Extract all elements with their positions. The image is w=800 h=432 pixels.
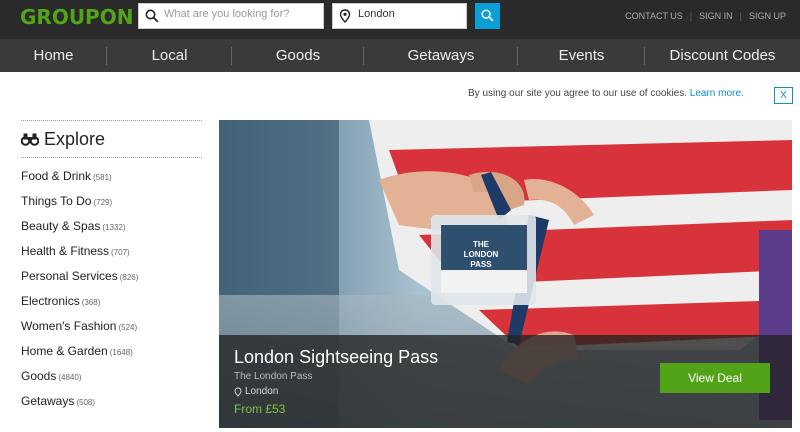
category-womens-fashion[interactable]: Women's Fashion (524) [21,314,202,339]
category-count: (826) [119,273,139,282]
top-bar: GROUPON CONTACT US | SIGN IN | SIGN UP [0,0,800,39]
search-input[interactable] [164,8,314,20]
category-count: (1332) [102,223,126,232]
location-pin-icon [339,9,351,23]
category-goods[interactable]: Goods (4840) [21,364,202,389]
category-label: Food & Drink [21,169,92,183]
category-home-garden[interactable]: Home & Garden (1648) [21,339,202,364]
deal-location: London [234,386,278,397]
category-label: Personal Services [21,269,118,283]
category-count: (581) [93,173,112,182]
contact-us-link[interactable]: CONTACT US [618,11,690,21]
search-icon [145,9,159,23]
pass-card-text-line: LONDON [464,250,499,259]
category-beauty-spas[interactable]: Beauty & Spas (1332) [21,214,202,239]
deal-price: From £53 [234,402,286,416]
divider [21,157,202,158]
category-getaways[interactable]: Getaways (508) [21,389,202,414]
groupon-logo[interactable]: GROUPON [20,5,133,29]
category-count: (368) [81,298,101,307]
category-count: (1648) [109,348,133,357]
category-label: Women's Fashion [21,319,117,333]
nav-getaways[interactable]: Getaways [364,39,518,72]
category-label: Health & Fitness [21,244,110,258]
category-electronics[interactable]: Electronics (368) [21,289,202,314]
deal-merchant: The London Pass [234,371,313,382]
category-label: Home & Garden [21,344,108,358]
category-count: (707) [111,248,130,257]
category-label: Things To Do [21,194,92,208]
location-pin-icon [234,387,242,397]
nav-home[interactable]: Home [0,39,107,72]
explore-title: Explore [44,128,106,149]
search-field[interactable] [138,3,324,29]
cookie-notice: By using our site you agree to our use o… [468,88,744,99]
category-count: (508) [76,398,96,407]
category-label: Beauty & Spas [21,219,101,233]
learn-more-link[interactable]: Learn more. [690,88,744,99]
explore-sidebar: Explore Food & Drink (581) Things To Do (7… [21,120,202,414]
category-things-to-do[interactable]: Things To Do (729) [21,189,202,214]
view-deal-button[interactable]: View Deal [660,363,770,393]
nav-goods[interactable]: Goods [232,39,364,72]
main-nav: Home Local Goods Getaways Events Discoun… [0,39,800,72]
category-label: Electronics [21,294,80,308]
deal-title[interactable]: London Sightseeing Pass [234,347,438,368]
pass-card-text-line: PASS [470,260,492,269]
category-personal-services[interactable]: Personal Services (826) [21,264,202,289]
category-label: Getaways [21,394,75,408]
search-button[interactable] [475,3,500,29]
binoculars-icon [21,133,39,146]
nav-local[interactable]: Local [107,39,232,72]
cookie-close-button[interactable]: X [774,87,793,104]
location-input[interactable] [358,8,458,20]
deal-location-text: London [245,386,279,397]
sign-up-link[interactable]: SIGN UP [742,11,793,21]
nav-events[interactable]: Events [518,39,645,72]
pass-card-text: THE [473,240,490,249]
explore-heading: Explore [21,121,202,157]
category-count: (729) [93,198,113,207]
sign-in-link[interactable]: SIGN IN [692,11,740,21]
category-food-drink[interactable]: Food & Drink (581) [21,164,202,189]
location-field[interactable] [332,3,467,29]
nav-discount-codes[interactable]: Discount Codes [645,39,800,72]
category-health-fitness[interactable]: Health & Fitness (707) [21,239,202,264]
cookie-text: By using our site you agree to our use o… [468,88,688,99]
featured-deal[interactable]: THE LONDON PASS London Sightseeing Pass Th… [219,120,792,428]
category-count: (4840) [58,373,82,382]
search-icon [481,9,494,22]
category-count: (524) [118,323,138,332]
category-label: Goods [21,369,57,383]
account-links: CONTACT US | SIGN IN | SIGN UP [618,11,793,21]
